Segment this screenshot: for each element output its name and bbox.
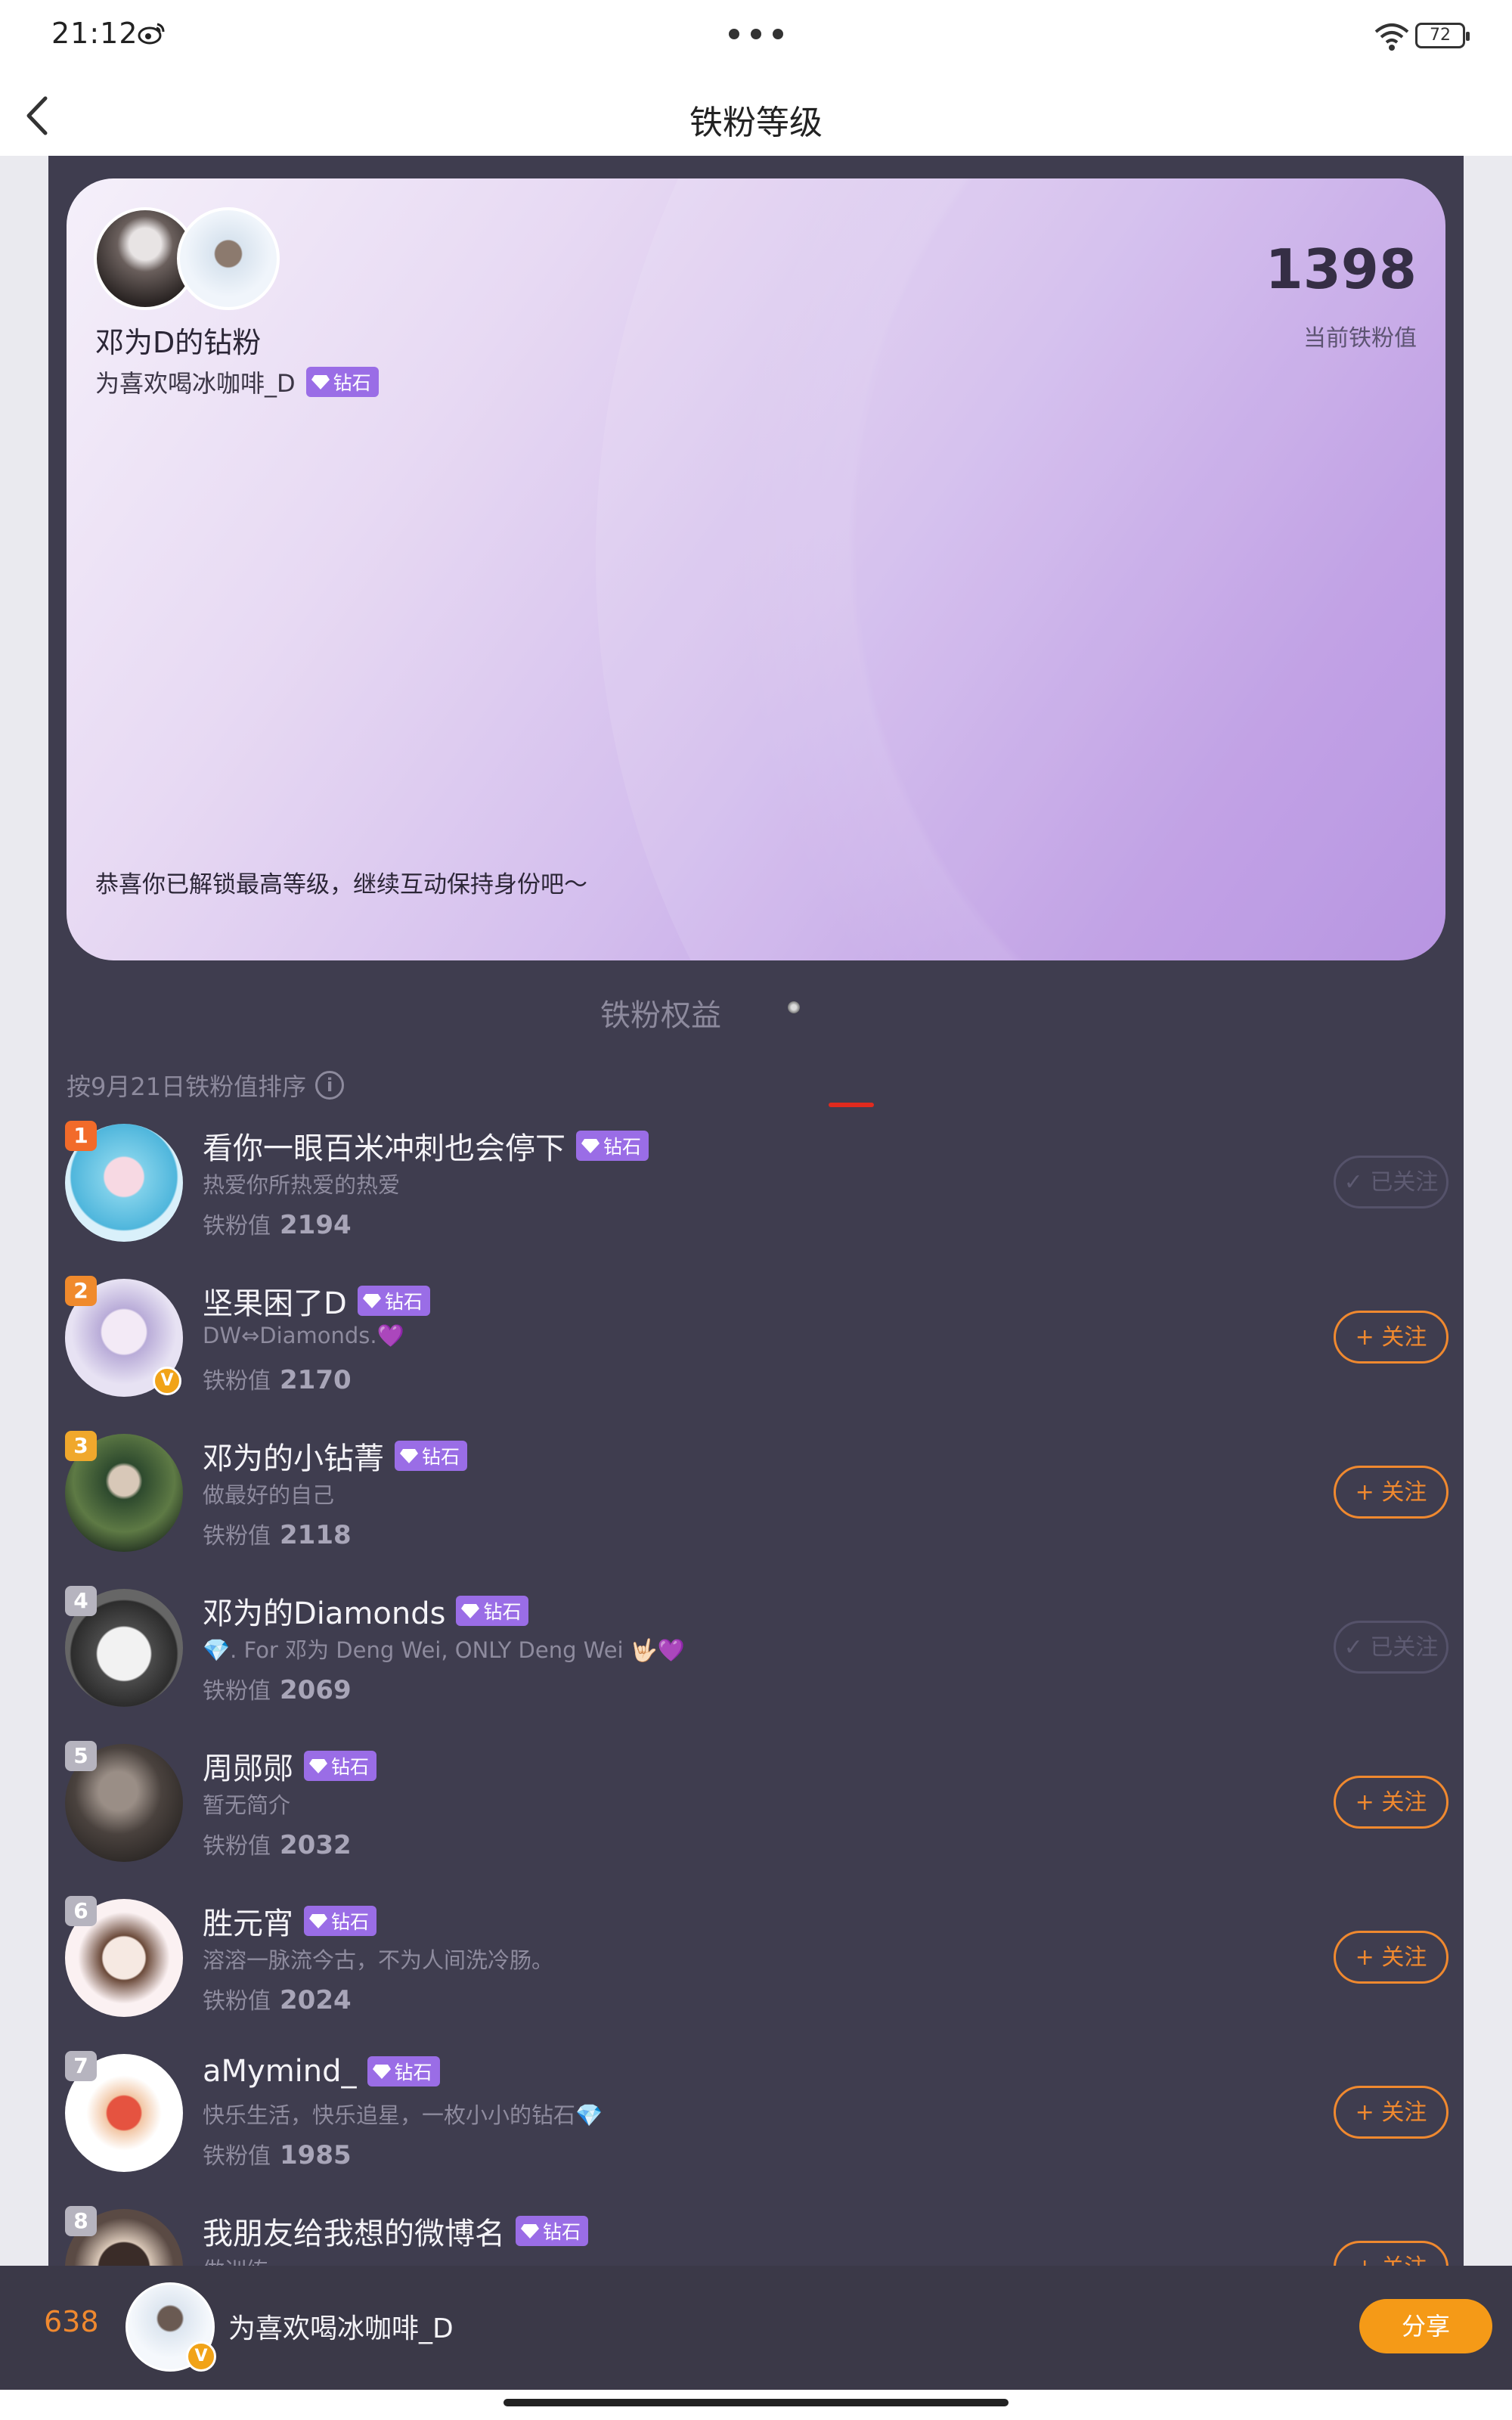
diamond-badge: 钻石 bbox=[357, 1286, 430, 1316]
diamond-badge: 钻石 bbox=[395, 1441, 468, 1471]
weibo-icon bbox=[138, 23, 165, 45]
diamond-badge: 钻石 bbox=[516, 2216, 589, 2246]
fan-name[interactable]: 坚果困了D 钻石 bbox=[203, 1279, 430, 1323]
sort-text: 按9月21日铁粉值排序 bbox=[67, 1072, 307, 1101]
fan-value: 铁粉值 1985 bbox=[203, 2140, 352, 2170]
tab-indicator bbox=[829, 1103, 874, 1107]
verified-icon: V bbox=[153, 1367, 181, 1395]
fan-bio: 做最好的自己 bbox=[203, 1482, 335, 1508]
info-icon[interactable]: i bbox=[315, 1071, 345, 1100]
follow-button[interactable]: + 关注 bbox=[1334, 2241, 1448, 2266]
ranking-row[interactable]: 6 胜元宵 钻石溶溶一脉流今古，不为人间洗冷肠。铁粉值 2024 + 关注 bbox=[48, 1891, 1464, 2046]
follow-button[interactable]: + 关注 bbox=[1334, 1311, 1448, 1364]
fan-score: 1398 bbox=[1265, 237, 1417, 301]
right-rail bbox=[1464, 156, 1512, 2266]
follow-button[interactable]: + 关注 bbox=[1334, 2086, 1448, 2139]
share-button[interactable]: 分享 bbox=[1359, 2299, 1492, 2353]
my-rank: 638 bbox=[44, 2305, 99, 2338]
rank-badge: 5 bbox=[65, 1741, 97, 1771]
ranking-row[interactable]: 1 看你一眼百米冲刺也会停下 钻石热爱你所热爱的热爱铁粉值 2194 ✓ 已关注 bbox=[48, 1116, 1464, 1271]
rank-badge: 1 bbox=[65, 1121, 97, 1151]
gem-icon bbox=[362, 1294, 381, 1308]
fan-bio: 做训练 bbox=[203, 2253, 268, 2266]
diamond-badge: 钻石 bbox=[304, 1906, 377, 1936]
gem-icon bbox=[461, 1604, 480, 1618]
ranking-row[interactable]: 5 周郧郧 钻石暂无简介铁粉值 2032 + 关注 bbox=[48, 1736, 1464, 1891]
sort-label: 按9月21日铁粉值排序 i bbox=[67, 1068, 345, 1103]
rank-badge: 3 bbox=[65, 1431, 97, 1461]
gem-icon bbox=[372, 2065, 391, 2079]
tab-benefits[interactable]: 铁粉权益 bbox=[600, 991, 721, 1035]
fan-value: 铁粉值 2118 bbox=[203, 1520, 352, 1550]
fan-name[interactable]: 邓为的Diamonds 钻石 bbox=[203, 1589, 529, 1633]
gem-icon bbox=[309, 1914, 327, 1928]
fan-value: 铁粉值 2032 bbox=[203, 1830, 352, 1860]
left-rail bbox=[0, 156, 48, 2266]
card-user-name: 为喜欢喝冰咖啡_D bbox=[95, 369, 296, 398]
fan-name[interactable]: 胜元宵 钻石 bbox=[203, 1899, 377, 1943]
rank-badge: 8 bbox=[65, 2206, 97, 2236]
fan-value: 铁粉值 2194 bbox=[203, 1210, 352, 1240]
rank-badge: 4 bbox=[65, 1586, 97, 1616]
fan-value: 铁粉值 2069 bbox=[203, 1675, 352, 1705]
my-name: 为喜欢喝冰咖啡_D bbox=[228, 2313, 454, 2344]
ranking-row[interactable]: 2 V 坚果困了D 钻石 DW⇔Diamonds.💜 铁粉值 2170 + 关注 bbox=[48, 1271, 1464, 1426]
follow-button[interactable]: + 关注 bbox=[1334, 1466, 1448, 1519]
follow-button[interactable]: + 关注 bbox=[1334, 1931, 1448, 1984]
fan-name[interactable]: aMymind_ 钻石 bbox=[203, 2054, 440, 2089]
fan-level-card: 邓为D的钻粉 为喜欢喝冰咖啡_D 钻石 1398 当前铁粉值 恭喜你已解锁最高等… bbox=[67, 178, 1445, 960]
diamond-badge: 钻石 bbox=[304, 1751, 377, 1781]
fan-bio: DW⇔Diamonds.💜 bbox=[203, 1323, 404, 1348]
fan-name[interactable]: 邓为的小钻菁 钻石 bbox=[203, 1434, 468, 1478]
ranking-row[interactable]: 8 我朋友给我想的微博名钻石做训练 + 关注 bbox=[48, 2201, 1464, 2266]
rank-badge: 6 bbox=[65, 1896, 97, 1926]
home-indicator bbox=[0, 2390, 1512, 2420]
gem-icon bbox=[309, 1759, 327, 1773]
fan-bio: 溶溶一脉流今古，不为人间洗冷肠。 bbox=[203, 1947, 554, 1973]
tab-ranking-loading-icon[interactable] bbox=[788, 1001, 800, 1013]
follow-button[interactable]: + 关注 bbox=[1334, 1776, 1448, 1829]
followed-button[interactable]: ✓ 已关注 bbox=[1334, 1156, 1448, 1208]
more-dots-icon[interactable] bbox=[729, 29, 783, 39]
fan-value: 铁粉值 2024 bbox=[203, 1985, 352, 2015]
ranking-row[interactable]: 3 邓为的小钻菁 钻石做最好的自己铁粉值 2118 + 关注 bbox=[48, 1426, 1464, 1581]
nav-bar: 铁粉等级 bbox=[0, 76, 1512, 156]
user-avatar[interactable] bbox=[177, 207, 280, 310]
fan-bio: 💎. For 邓为 Deng Wei, ONLY Deng Wei 🤟🏻💜 bbox=[203, 1637, 686, 1663]
wifi-icon bbox=[1374, 23, 1409, 51]
rank-badge: 7 bbox=[65, 2051, 97, 2081]
diamond-badge: 钻石 bbox=[456, 1596, 529, 1626]
my-rank-bar: 638 V 为喜欢喝冰咖啡_D 分享 bbox=[0, 2266, 1512, 2390]
ranking-row[interactable]: 4 邓为的Diamonds 钻石 💎. For 邓为 Deng Wei, ONLY D… bbox=[48, 1581, 1464, 1736]
congrats-text: 恭喜你已解锁最高等级，继续互动保持身份吧～ bbox=[95, 871, 587, 898]
verified-icon: V bbox=[186, 2341, 216, 2372]
fan-name[interactable]: 我朋友给我想的微博名 钻石 bbox=[203, 2209, 589, 2253]
gem-icon bbox=[311, 375, 330, 389]
fan-value: 铁粉值 2170 bbox=[203, 1365, 352, 1395]
diamond-badge: 钻石 bbox=[305, 367, 379, 397]
diamond-badge: 钻石 bbox=[576, 1131, 649, 1161]
rank-badge: 2 bbox=[65, 1276, 97, 1306]
fan-name[interactable]: 周郧郧 钻石 bbox=[203, 1744, 377, 1788]
fan-bio: 热爱你所热爱的热爱 bbox=[203, 1172, 401, 1198]
page-title: 铁粉等级 bbox=[689, 104, 823, 142]
status-bar: 21:12 72 bbox=[0, 0, 1512, 76]
main-panel: 邓为D的钻粉 为喜欢喝冰咖啡_D 钻石 1398 当前铁粉值 恭喜你已解锁最高等… bbox=[48, 156, 1464, 2266]
diamond-badge: 钻石 bbox=[367, 2056, 440, 2086]
ranking-row[interactable]: 7 aMymind_ 钻石快乐生活，快乐追星，一枚小小的钻石💎 铁粉值 1985 + 关注 bbox=[48, 2046, 1464, 2201]
gem-icon bbox=[400, 1449, 418, 1463]
fan-name[interactable]: 看你一眼百米冲刺也会停下 钻石 bbox=[203, 1124, 649, 1168]
fan-group-name: 邓为D的钻粉 bbox=[95, 326, 262, 359]
fan-bio: 暂无简介 bbox=[203, 1792, 291, 1818]
tab-bar: 铁粉权益 bbox=[48, 973, 1464, 1107]
battery-icon: 72 bbox=[1415, 23, 1470, 48]
status-time: 21:12 bbox=[51, 17, 138, 50]
fan-bio: 快乐生活，快乐追星，一枚小小的钻石💎 bbox=[203, 2102, 603, 2128]
card-user-line: 为喜欢喝冰咖啡_D 钻石 bbox=[95, 365, 379, 399]
fan-score-label: 当前铁粉值 bbox=[1303, 325, 1417, 352]
followed-button[interactable]: ✓ 已关注 bbox=[1334, 1621, 1448, 1674]
gem-icon bbox=[581, 1139, 600, 1153]
gem-icon bbox=[521, 2224, 539, 2238]
